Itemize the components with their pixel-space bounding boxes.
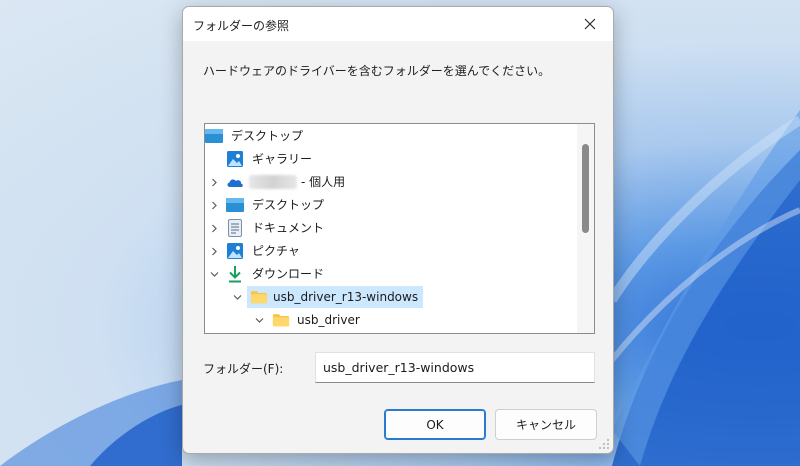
tree-item-label: usb_driver_r13-windows [273,290,419,304]
scrollbar-thumb[interactable] [582,144,589,233]
folder-field-label: フォルダー(F): [203,362,284,376]
tree-item-usb-driver-r13-windows[interactable]: usb_driver_r13-windows [231,286,424,308]
chevron-right-icon[interactable] [208,240,220,262]
tree-item-gallery[interactable]: ギャラリー [226,148,594,170]
tree-item-label: デスクトップ [231,129,304,143]
chevron-down-icon[interactable] [231,286,243,308]
close-button[interactable] [567,7,613,41]
resize-grip-icon[interactable] [598,438,610,450]
tree-item-label: - 個人用 [301,175,346,189]
tree-item-label: ダウンロード [252,267,325,281]
chevron-down-icon[interactable] [208,263,220,285]
tree-item-label: usb_driver [297,313,360,327]
tree-item-usb-driver[interactable]: usb_driver [253,309,594,331]
folder-icon [250,288,268,306]
cancel-button[interactable]: キャンセル [495,409,597,440]
tree-item-desktop[interactable]: デスクトップ [208,194,577,216]
chevron-right-icon[interactable] [208,194,220,216]
folder-tree[interactable]: デスクトップ ギャラリー - 個人用 デスクトップ ドキュメント ピクチャ ダウ… [204,123,595,334]
desktop-folder-icon [205,127,223,145]
tree-item-label: ピクチャ [252,244,300,258]
desktop-folder-icon [226,196,244,214]
onedrive-cloud-icon [226,173,244,191]
download-arrow-icon [226,265,244,283]
tree-item-documents[interactable]: ドキュメント [208,217,577,239]
tree-item-label: デスクトップ [252,198,325,212]
ok-button[interactable]: OK [384,409,486,440]
folder-icon [272,311,290,329]
tree-item-downloads[interactable]: ダウンロード [208,263,577,285]
browse-folder-dialog: フォルダーの参照 ハードウェアのドライバーを含むフォルダーを選んでください。 デ… [182,6,614,454]
chevron-right-icon[interactable] [208,171,220,193]
tree-item-desktop-root[interactable]: デスクトップ [205,125,574,147]
tree-scrollbar[interactable] [577,124,594,333]
selection-highlight: usb_driver_r13-windows [247,286,424,308]
chevron-down-icon[interactable] [253,309,265,331]
tree-item-onedrive[interactable]: - 個人用 [208,171,577,193]
redacted-account-name [249,175,297,189]
instruction-text: ハードウェアのドライバーを含むフォルダーを選んでください。 [203,64,551,78]
close-icon [584,18,596,30]
title-bar[interactable]: フォルダーの参照 [183,7,613,41]
gallery-icon [226,150,244,168]
tree-item-label: ドキュメント [252,221,325,235]
tree-item-pictures[interactable]: ピクチャ [208,240,577,262]
documents-icon [226,219,244,237]
pictures-icon [226,242,244,260]
chevron-right-icon[interactable] [208,217,220,239]
folder-path-input[interactable] [315,352,595,383]
tree-item-label: ギャラリー [252,152,313,166]
dialog-title: フォルダーの参照 [193,19,290,33]
